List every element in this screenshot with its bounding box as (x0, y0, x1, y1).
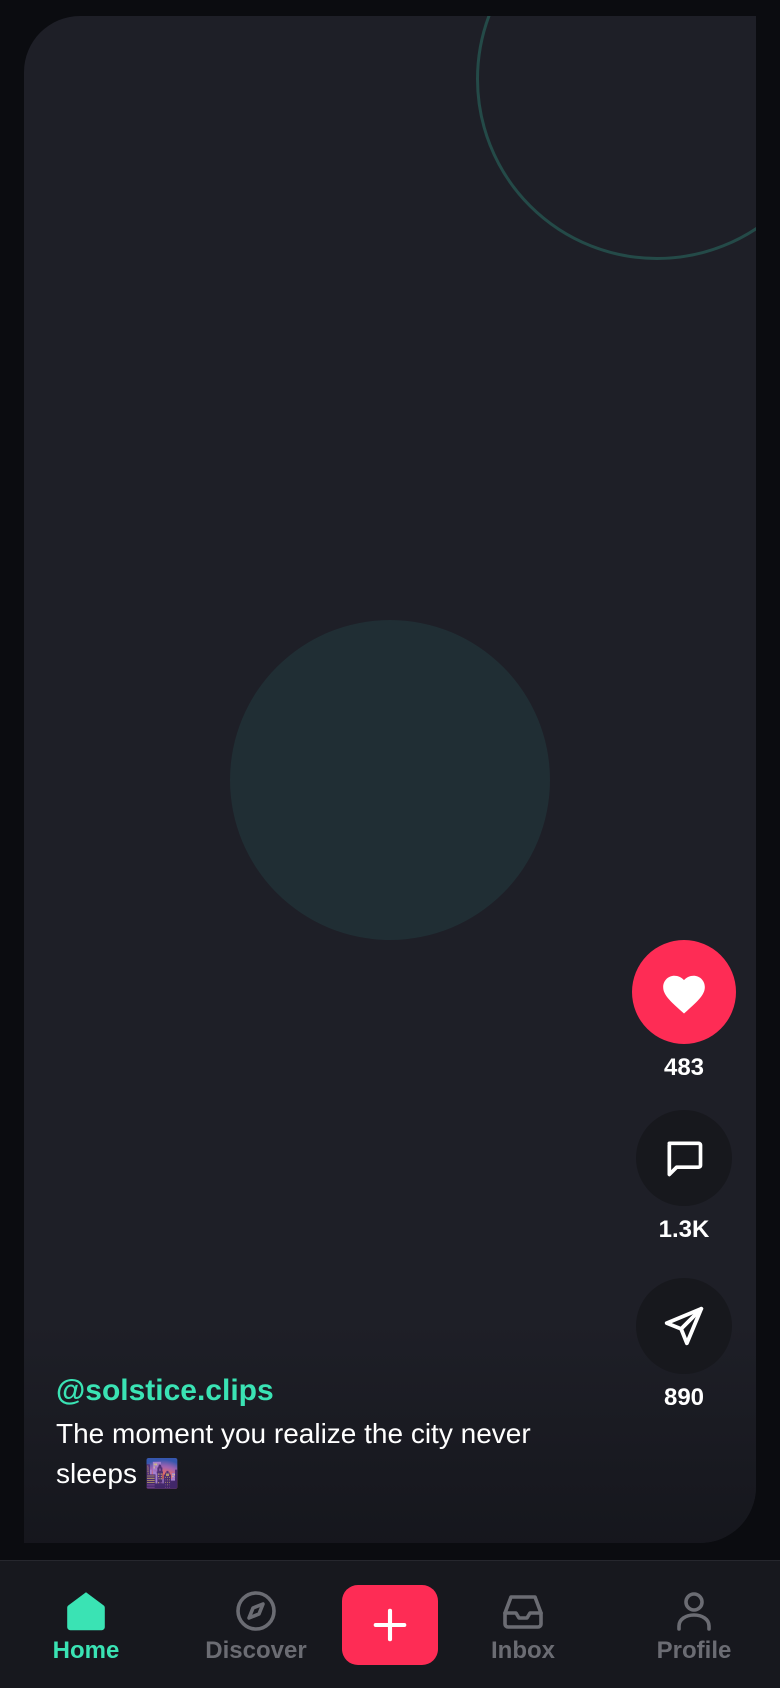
send-icon (664, 1306, 704, 1346)
comment-count: 1.3K (658, 1216, 710, 1243)
compass-icon (236, 1591, 276, 1631)
share-count: 890 (663, 1384, 705, 1411)
tab-profile[interactable]: Profile (624, 1587, 764, 1665)
share-button[interactable] (636, 1278, 732, 1374)
heart-icon (663, 975, 705, 1014)
post-description: The moment you realize the city never sl… (56, 1418, 531, 1489)
post-caption: @solstice.clips The moment you realize t… (56, 1370, 616, 1494)
plus-icon (373, 1608, 407, 1642)
tab-inbox[interactable]: Inbox (453, 1587, 593, 1665)
tab-label: Home (52, 1637, 120, 1664)
like-button[interactable] (632, 940, 736, 1044)
author-handle[interactable]: @solstice.clips (56, 1370, 616, 1412)
comment-icon (667, 1141, 703, 1177)
like-action: 483 (632, 940, 736, 1110)
tab-home[interactable]: Home (16, 1587, 156, 1665)
tab-discover[interactable]: Discover (186, 1587, 326, 1665)
tab-label: Inbox (491, 1637, 555, 1664)
decorative-ring (476, 16, 756, 260)
decorative-disc (230, 620, 550, 940)
inbox-icon (503, 1595, 543, 1629)
user-icon (677, 1592, 711, 1631)
like-count: 483 (663, 1054, 705, 1081)
app-screen: 483 1.3K 890 @solstice.clips The moment … (0, 0, 780, 1688)
comment-action: 1.3K (632, 1110, 736, 1278)
home-icon (67, 1592, 105, 1631)
create-button[interactable] (342, 1585, 438, 1665)
share-action: 890 (632, 1278, 736, 1412)
bottom-tab-bar: Home Discover Inbox Profile (0, 1560, 780, 1688)
action-rail: 483 1.3K 890 (632, 940, 736, 1412)
tab-label: Profile (656, 1637, 732, 1664)
tab-label: Discover (205, 1637, 307, 1664)
comment-button[interactable] (636, 1110, 732, 1206)
